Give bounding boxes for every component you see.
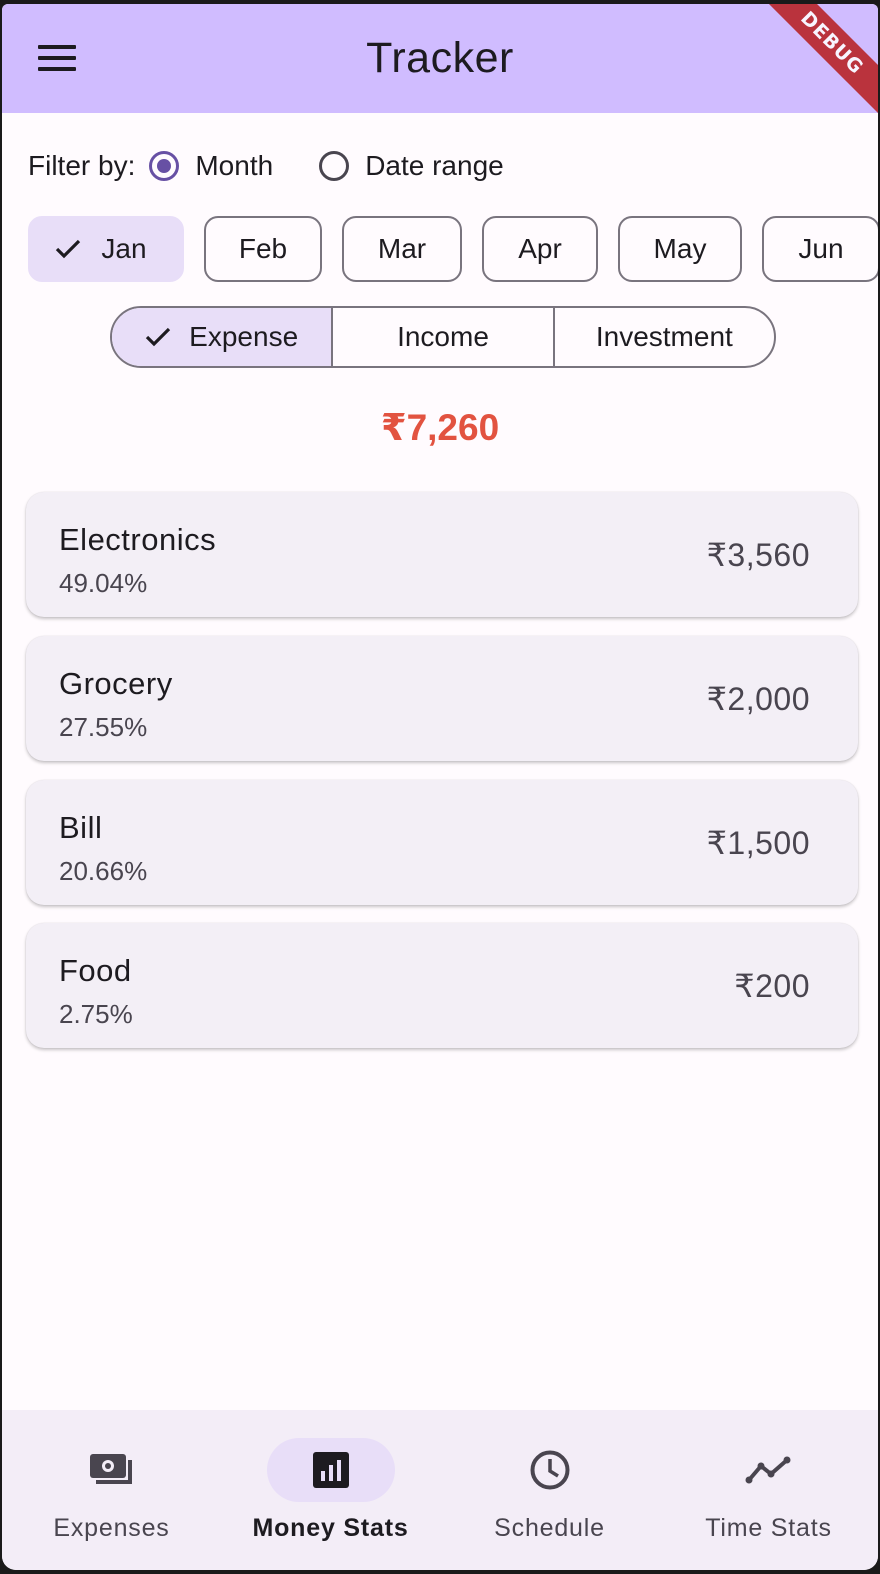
app-bar: Tracker DEBUG [2, 4, 878, 119]
month-chip-label: May [653, 233, 707, 264]
category-amount: ₹200 [734, 968, 810, 1004]
nav-label: Expenses [53, 1514, 170, 1542]
month-chip-jun[interactable]: Jun [762, 216, 878, 282]
month-chip-label: Apr [518, 233, 562, 264]
bar-chart-icon [312, 1452, 349, 1488]
app-screen: Tracker DEBUG Filter by: Month Date rang… [2, 4, 878, 1570]
nav-item-money-stats[interactable]: Money Stats [221, 1410, 440, 1570]
filter-option-date-range[interactable]: Date range [319, 150, 504, 182]
filter-option-label: Month [195, 150, 274, 181]
category-name: Grocery [59, 666, 173, 701]
nav-label: Schedule [494, 1514, 605, 1542]
nav-item-time-stats[interactable]: Time Stats [659, 1410, 878, 1570]
month-chip-label: Feb [238, 233, 288, 264]
total-amount: ₹7,260 [380, 407, 500, 448]
nav-indicator [486, 1438, 614, 1502]
month-chip-may[interactable]: May [618, 216, 742, 282]
month-chip-label: Mar [377, 233, 427, 264]
check-icon [55, 239, 81, 259]
nav-item-schedule[interactable]: Schedule [440, 1410, 659, 1570]
category-percent: 27.55% [59, 712, 148, 742]
category-amount: ₹1,500 [706, 825, 810, 861]
nav-indicator [266, 1438, 395, 1502]
payments-icon [89, 1454, 132, 1484]
category-percent: 2.75% [59, 999, 133, 1029]
segment-expense[interactable]: Expense [112, 308, 332, 366]
category-amount: ₹2,000 [706, 681, 810, 717]
category-card-grocery[interactable]: Grocery 27.55% ₹2,000 [26, 636, 858, 761]
nav-label: Time Stats [705, 1514, 832, 1542]
bottom-navigation-bar: Expenses Money Stats Schedule Time Stats [2, 1410, 878, 1570]
category-percent: 20.66% [59, 856, 148, 886]
category-percent: 49.04% [59, 568, 148, 598]
category-name: Food [59, 953, 132, 988]
nav-indicator [48, 1438, 176, 1502]
month-chip-label: Jun [798, 233, 844, 264]
segment-label: Investment [595, 321, 733, 352]
category-name: Electronics [59, 522, 217, 557]
month-chip-jan[interactable]: Jan [28, 216, 184, 282]
month-chip-feb[interactable]: Feb [204, 216, 322, 282]
nav-label: Money Stats [252, 1514, 409, 1542]
type-segmented-button: Expense Income Investment [110, 306, 776, 368]
category-card-electronics[interactable]: Electronics 49.04% ₹3,560 [26, 492, 858, 617]
category-amount: ₹3,560 [706, 537, 810, 573]
check-icon [145, 327, 171, 347]
radio-unselected-icon [319, 151, 350, 181]
trend-line-icon [745, 1456, 790, 1484]
segment-investment[interactable]: Investment [552, 308, 774, 366]
category-name: Bill [59, 810, 103, 845]
app-title: Tracker [366, 34, 514, 82]
segment-label: Income [397, 321, 489, 352]
month-chip-mar[interactable]: Mar [342, 216, 462, 282]
segment-income[interactable]: Income [331, 308, 552, 366]
category-card-food[interactable]: Food 2.75% ₹200 [26, 923, 858, 1048]
segment-label: Expense [189, 321, 299, 352]
month-chip-label: Jan [101, 233, 147, 264]
filter-row: Filter by: Month Date range [28, 142, 550, 190]
radio-selected-icon [149, 151, 180, 181]
nav-item-expenses[interactable]: Expenses [2, 1410, 221, 1570]
month-chip-apr[interactable]: Apr [482, 216, 598, 282]
category-card-bill[interactable]: Bill 20.66% ₹1,500 [26, 780, 858, 905]
clock-icon [530, 1450, 569, 1490]
filter-option-month[interactable]: Month [149, 150, 273, 182]
filter-option-label: Date range [365, 150, 504, 181]
month-chip-list[interactable]: Jan Feb Mar Apr May Jun [28, 216, 878, 286]
nav-indicator [705, 1438, 833, 1502]
filter-label: Filter by: [28, 150, 136, 181]
